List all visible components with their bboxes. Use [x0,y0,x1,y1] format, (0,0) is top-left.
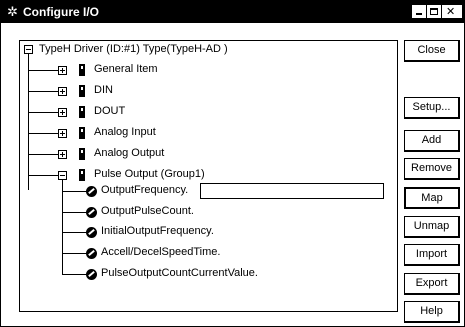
tree-item-output-frequency[interactable]: OutputFrequency. [101,184,188,196]
io-tag-icon [86,227,97,238]
tree-branch-line [62,253,88,254]
io-tag-icon [86,248,97,259]
tree-item-analog-output[interactable]: Analog Output [94,147,164,159]
export-button[interactable]: Export [404,273,460,295]
tree-item-output-pulse-count[interactable]: OutputPulseCount. [101,205,194,217]
folder-icon [79,148,85,160]
remove-button[interactable]: Remove [404,158,460,180]
unmap-button[interactable]: Unmap [404,216,460,238]
tree-branch-line [62,274,88,275]
io-tag-icon [86,269,97,280]
tree-branch-line [28,133,62,134]
tree-root-label[interactable]: TypeH Driver (ID:#1) Type(TypeH-AD ) [39,43,228,55]
tree-item-din[interactable]: DIN [94,84,113,96]
io-tag-icon [86,186,97,197]
help-button[interactable]: Help [404,301,460,323]
tree-item-accel-decel-speed-time[interactable]: Accell/DecelSpeedTime. [101,246,220,258]
collapse-root-toggle[interactable] [24,45,33,54]
tree-branch-line [28,70,62,71]
io-tree-view[interactable]: TypeH Driver (ID:#1) Type(TypeH-AD ) Gen… [19,40,398,312]
maximize-button[interactable] [427,5,441,18]
expand-dout-toggle[interactable] [58,108,67,117]
folder-icon [79,169,85,181]
tree-item-dout[interactable]: DOUT [94,105,125,117]
map-button[interactable]: Map [404,187,460,209]
tree-item-pulse-output-count-current-value[interactable]: PulseOutputCountCurrentValue. [101,267,258,279]
collapse-pulse-output-toggle[interactable] [58,171,67,180]
title-bar[interactable]: ✲ Configure I/O [1,1,464,23]
add-button[interactable]: Add [404,130,460,152]
folder-icon [79,64,85,76]
close-window-button[interactable] [442,5,462,18]
configure-io-dialog: ✲ Configure I/O TypeH Driver (ID:#1) Typ… [0,0,465,327]
tree-branch-line [62,232,88,233]
close-button[interactable]: Close [404,40,460,62]
tree-branch-line [28,91,62,92]
tag-name-edit-field[interactable] [200,183,384,199]
tree-item-analog-input[interactable]: Analog Input [94,126,156,138]
tree-trunk-line [28,54,29,190]
setup-button[interactable]: Setup... [404,97,460,119]
expand-general-item-toggle[interactable] [58,66,67,75]
tree-branch-line [62,212,88,213]
folder-icon [79,85,85,97]
sparkle-icon: ✲ [7,4,18,19]
expand-analog-output-toggle[interactable] [58,150,67,159]
io-tag-icon [86,207,97,218]
import-button[interactable]: Import [404,244,460,266]
tree-branch-line [28,175,62,176]
tree-subtrunk-line [62,180,63,274]
folder-icon [79,127,85,139]
expand-din-toggle[interactable] [58,87,67,96]
tree-item-initial-output-frequency[interactable]: InitialOutputFrequency. [101,225,214,237]
tree-branch-line [62,191,88,192]
window-title: Configure I/O [23,5,99,19]
minimize-button[interactable] [412,5,426,18]
tree-item-pulse-output[interactable]: Pulse Output (Group1) [94,168,205,180]
expand-analog-input-toggle[interactable] [58,129,67,138]
tree-branch-line [28,112,62,113]
tree-item-general-item[interactable]: General Item [94,63,158,75]
tree-branch-line [28,154,62,155]
folder-icon [79,106,85,118]
